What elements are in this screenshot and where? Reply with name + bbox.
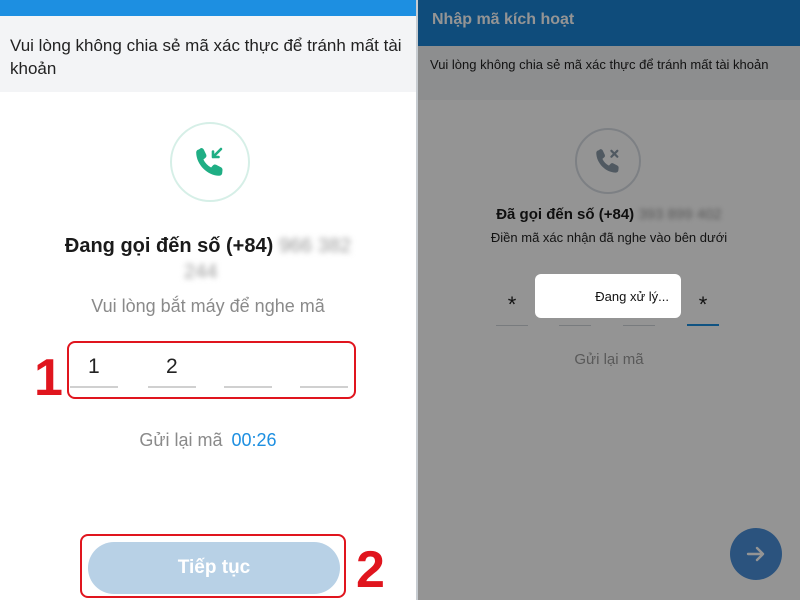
annotation-box-otp — [67, 341, 356, 399]
activation-title: Nhập mã kích hoạt — [432, 11, 575, 28]
calling-prefix: Đang gọi đến số (+84) — [64, 235, 274, 257]
pickup-instruction: Vui lòng bắt máy để nghe mã — [91, 296, 325, 316]
left-screen: Vui lòng không chia sẻ mã xác thực để tr… — [0, 0, 416, 600]
right-screen: Nhập mã kích hoạt Vui lòng không chia sẻ… — [418, 0, 800, 600]
phone-missed-icon — [596, 149, 619, 173]
called-number-blurred: 393 899 402 — [638, 206, 722, 223]
security-warning-small: Vui lòng không chia sẻ mã xác thực để tr… — [418, 46, 800, 100]
processing-dialog: Đang xử lý... — [535, 274, 681, 318]
annotation-box-continue — [80, 534, 346, 598]
calling-number-blurred: 966 382 — [278, 235, 352, 257]
phone-incoming-icon — [196, 147, 223, 176]
processing-text: Đang xử lý... — [595, 288, 669, 304]
otp-field-4[interactable]: * — [687, 290, 719, 326]
security-warning: Vui lòng không chia sẻ mã xác thực để tr… — [0, 16, 416, 92]
otp-field-1[interactable]: * — [496, 290, 528, 326]
next-button[interactable] — [730, 528, 782, 580]
called-prefix: Đã gọi đến số (+84) — [496, 206, 635, 223]
resend-code-link[interactable]: Gửi lại mã — [418, 351, 800, 368]
annotation-number-1: 1 — [34, 349, 63, 407]
resend-code-label: Gửi lại mã — [139, 430, 223, 450]
resend-countdown: 00:26 — [231, 430, 277, 450]
call-ended-circle — [575, 128, 641, 194]
activation-header: Nhập mã kích hoạt — [418, 0, 800, 46]
enter-code-hint: Điền mã xác nhận đã nghe vào bên dưới — [490, 230, 728, 245]
annotation-number-2: 2 — [356, 541, 385, 599]
resend-code-row: Gửi lại mã 00:26 — [0, 430, 416, 451]
calling-number-title: Đang gọi đến số (+84) 966 382 — [0, 232, 416, 260]
arrow-right-icon — [746, 546, 765, 562]
calling-number-blurred-line2: 244 — [184, 261, 218, 283]
top-bar — [0, 0, 416, 16]
call-status-circle — [170, 122, 250, 202]
called-number-title: Đã gọi đến số (+84) 393 899 402 — [418, 206, 800, 223]
